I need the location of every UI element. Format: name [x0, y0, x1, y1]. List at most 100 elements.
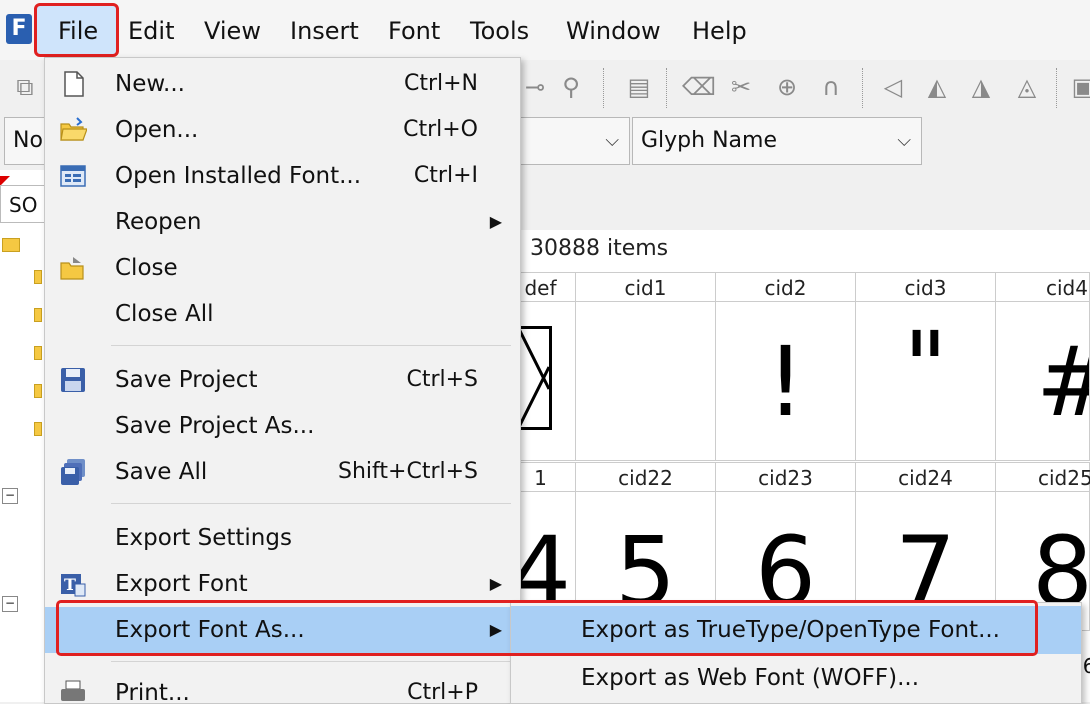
- folder-icon[interactable]: [34, 346, 42, 360]
- menu-font[interactable]: Font: [388, 0, 440, 60]
- menu-item-close[interactable]: Close: [45, 245, 520, 291]
- menu-item-shortcut: Ctrl+S: [406, 367, 478, 392]
- menu-item-label: Export Settings: [115, 525, 292, 551]
- glyph-header: cid1: [575, 272, 716, 302]
- svg-text:T: T: [64, 575, 76, 594]
- scissors-icon[interactable]: ✂: [726, 72, 756, 102]
- menu-item-save-project-as[interactable]: Save Project As...: [45, 403, 520, 449]
- menu-separator: [111, 661, 511, 662]
- menu-item-shortcut: Ctrl+I: [413, 163, 478, 188]
- glyph-header: cid2: [715, 272, 856, 302]
- node-icon[interactable]: ⊸: [520, 72, 550, 102]
- menu-item-label: Save Project: [115, 367, 258, 393]
- folder-icon[interactable]: [34, 422, 42, 436]
- copy-icon[interactable]: ⧉: [10, 72, 40, 102]
- menu-item-open[interactable]: Open... Ctrl+O: [45, 107, 520, 153]
- rotate-icon[interactable]: ◮: [966, 72, 996, 102]
- submenu-arrow-icon: ▶: [489, 212, 502, 231]
- menu-item-label: New...: [115, 71, 185, 97]
- toolbar-separator: [603, 68, 605, 108]
- menu-item-shortcut: Shift+Ctrl+S: [338, 459, 478, 484]
- menu-separator: [111, 503, 511, 504]
- eraser-icon[interactable]: ⌫: [682, 72, 716, 102]
- toolbar-separator: [1056, 68, 1058, 108]
- folder-icon[interactable]: [34, 308, 42, 322]
- menu-item-reopen[interactable]: Reopen ▶: [45, 199, 520, 245]
- menu-item-label: Close All: [115, 301, 214, 327]
- notdef-glyph-icon: [516, 326, 552, 430]
- glyph-cell[interactable]: ": [855, 301, 996, 461]
- properties-icon[interactable]: ▤: [624, 72, 654, 102]
- menu-item-label: Reopen: [115, 209, 202, 235]
- mode-combo-value: No: [13, 128, 43, 153]
- export-annotation-box: [56, 600, 1038, 656]
- submenu-item-export-woff[interactable]: Export as Web Font (WOFF)...: [511, 654, 1081, 702]
- printer-icon: [59, 679, 87, 703]
- glyph-cell[interactable]: [575, 301, 716, 461]
- menu-bar: F File Edit View Insert Font Tools Windo…: [0, 0, 1090, 60]
- menu-item-label: Save All: [115, 459, 208, 485]
- open-folder-icon: [59, 116, 88, 144]
- menu-item-save-all[interactable]: Save All Shift+Ctrl+S: [45, 449, 520, 495]
- chevron-down-icon: ⌵: [605, 130, 619, 151]
- glyph-header: cid24: [855, 462, 996, 492]
- skew-icon[interactable]: ◬: [1012, 72, 1042, 102]
- menu-item-shortcut: Ctrl+N: [403, 71, 478, 96]
- toolbar-separator: [862, 68, 864, 108]
- close-folder-icon: [59, 254, 87, 282]
- glyph-header: cid22: [575, 462, 716, 492]
- menu-window[interactable]: Window: [566, 0, 661, 60]
- menu-item-label: Export as Web Font (WOFF)...: [581, 665, 920, 691]
- tree-tab[interactable]: SO: [0, 185, 45, 223]
- extra-tool-icon[interactable]: ▣: [1068, 72, 1090, 102]
- new-document-icon: [59, 70, 87, 98]
- menu-tools[interactable]: Tools: [470, 0, 529, 60]
- flip-icon[interactable]: ◁: [878, 72, 908, 102]
- project-tree: − −: [0, 170, 45, 702]
- menu-insert[interactable]: Insert: [290, 0, 359, 60]
- menu-item-shortcut: Ctrl+O: [403, 117, 478, 142]
- glyph-name-combo-value: Glyph Name: [641, 128, 777, 153]
- mirror-icon[interactable]: ◭: [922, 72, 952, 102]
- menu-item-label: Close: [115, 255, 178, 281]
- chevron-down-icon: ⌵: [897, 130, 911, 151]
- menu-item-new[interactable]: New... Ctrl+N: [45, 61, 520, 107]
- menu-separator: [111, 345, 511, 346]
- app-icon: F: [6, 14, 32, 44]
- collapse-icon[interactable]: −: [2, 596, 18, 612]
- glyph-header: cid3: [855, 272, 996, 302]
- toolbar-separator: [666, 68, 668, 108]
- menu-item-save-project[interactable]: Save Project Ctrl+S: [45, 357, 520, 403]
- folder-icon[interactable]: [34, 270, 42, 284]
- menu-item-label: Print...: [115, 680, 190, 703]
- menu-item-label: Save Project As...: [115, 413, 315, 439]
- menu-help[interactable]: Help: [692, 0, 747, 60]
- item-count-label: , 30888 items: [516, 236, 669, 261]
- folder-icon[interactable]: [34, 384, 42, 398]
- glyph-cell[interactable]: !: [715, 301, 856, 461]
- save-all-icon: [59, 458, 87, 486]
- export-font-icon: T: [59, 570, 87, 598]
- menu-edit[interactable]: Edit: [128, 0, 174, 60]
- menu-item-label: Open Installed Font...: [115, 163, 362, 189]
- glyph-header: cid25: [995, 462, 1090, 492]
- glyph-name-combo[interactable]: Glyph Name ⌵: [632, 117, 922, 165]
- menu-item-export-settings[interactable]: Export Settings: [45, 515, 520, 561]
- magnet-icon[interactable]: ∩: [816, 72, 846, 102]
- add-shape-icon[interactable]: ⊕: [772, 72, 802, 102]
- menu-file[interactable]: File: [58, 0, 98, 60]
- menu-view[interactable]: View: [204, 0, 261, 60]
- folder-icon[interactable]: [2, 238, 20, 252]
- glyph-header: cid23: [715, 462, 856, 492]
- menu-item-label: Open...: [115, 117, 199, 143]
- path-icon[interactable]: ⚲: [556, 72, 586, 102]
- menu-item-shortcut: Ctrl+P: [407, 680, 478, 703]
- menu-item-open-installed-font[interactable]: Open Installed Font... Ctrl+I: [45, 153, 520, 199]
- installed-font-icon: [59, 162, 87, 190]
- menu-item-print[interactable]: Print... Ctrl+P: [45, 670, 520, 703]
- collapse-icon[interactable]: −: [2, 488, 18, 504]
- glyph-header: cid4: [995, 272, 1090, 302]
- menu-item-close-all[interactable]: Close All: [45, 291, 520, 337]
- save-disk-icon: [59, 366, 87, 394]
- glyph-cell[interactable]: #: [995, 301, 1090, 461]
